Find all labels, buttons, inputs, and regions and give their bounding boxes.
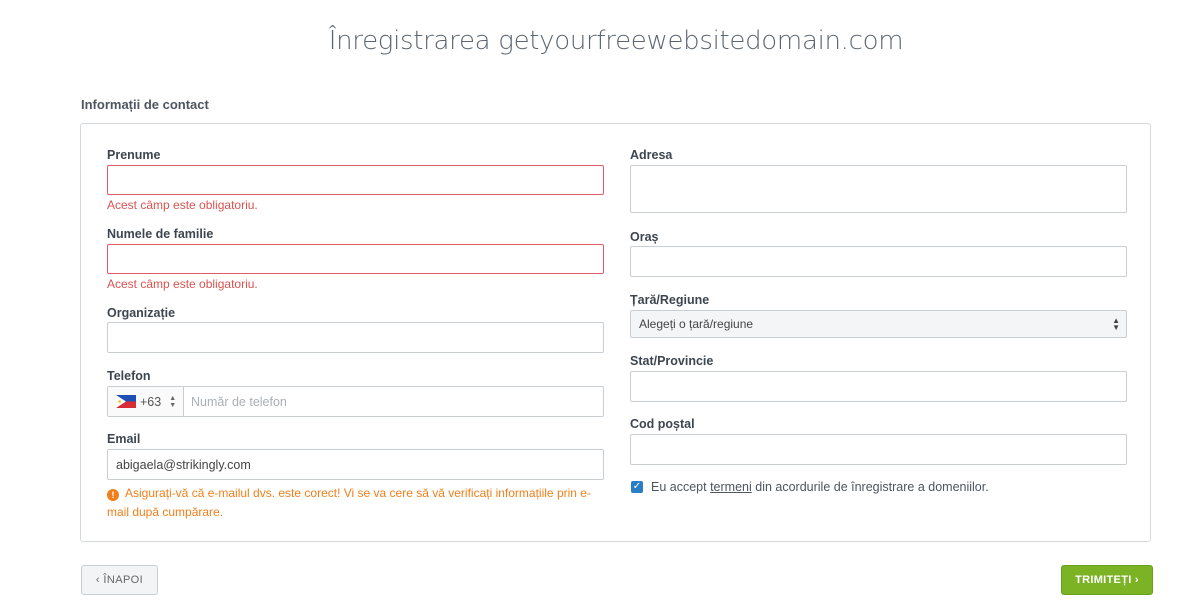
state-input[interactable] [630,371,1127,402]
email-label: Email [107,432,141,446]
phone-label: Telefon [107,369,151,383]
select-arrows-icon: ▲ ▼ [1112,316,1120,332]
country-code-select[interactable]: +63 ▲ ▼ [108,387,184,416]
organization-label: Organizație [107,306,176,320]
postal-label: Cod poștal [630,417,695,431]
city-input[interactable] [630,246,1127,277]
address-label: Adresa [630,148,673,162]
state-label: Stat/Provincie [630,354,714,368]
last-name-error: Acest câmp este obligatoriu. [107,277,258,291]
postal-input[interactable] [630,434,1127,465]
first-name-input[interactable] [107,165,604,195]
organization-input[interactable] [107,322,604,353]
email-warning-text: Asigurați-vă că e-mailul dvs. este corec… [107,486,591,519]
city-label: Oraș [630,230,659,244]
last-name-input[interactable] [107,244,604,274]
warning-icon: ! [107,489,119,501]
section-title: Informații de contact [81,97,209,112]
last-name-label: Numele de familie [107,227,214,241]
country-label: Țară/Regiune [630,293,710,307]
terms-link[interactable]: termeni [710,480,752,494]
select-arrow-icon: ▲ ▼ [169,394,177,409]
submit-button[interactable]: TRIMITEȚI › [1061,565,1153,595]
email-input[interactable]: abigaela@strikingly.com [107,449,604,480]
phone-field: +63 ▲ ▼ Număr de telefon [107,386,604,417]
page-title: Înregistrarea getyourfreewebsitedomain.c… [328,26,904,56]
philippines-flag-icon [116,395,136,408]
terms-row: ✓ Eu accept termeni din acordurile de în… [631,480,989,494]
country-select[interactable]: Alegeți o țară/regiune ▲ ▼ [630,310,1127,338]
address-textarea[interactable] [630,165,1127,213]
terms-prefix: Eu accept [651,480,711,494]
phone-number-input[interactable]: Număr de telefon [184,387,603,416]
first-name-error: Acest câmp este obligatoriu. [107,198,258,212]
terms-checkbox[interactable]: ✓ [631,481,643,493]
first-name-label: Prenume [107,148,161,162]
email-warning: ! Asigurați-vă că e-mailul dvs. este core… [107,484,607,522]
terms-suffix: din acordurile de înregistrare a domenii… [751,480,989,494]
country-select-value: Alegeți o țară/regiune [639,317,754,331]
country-code: +63 [140,394,162,409]
back-button[interactable]: ‹ ÎNAPOI [81,565,158,595]
